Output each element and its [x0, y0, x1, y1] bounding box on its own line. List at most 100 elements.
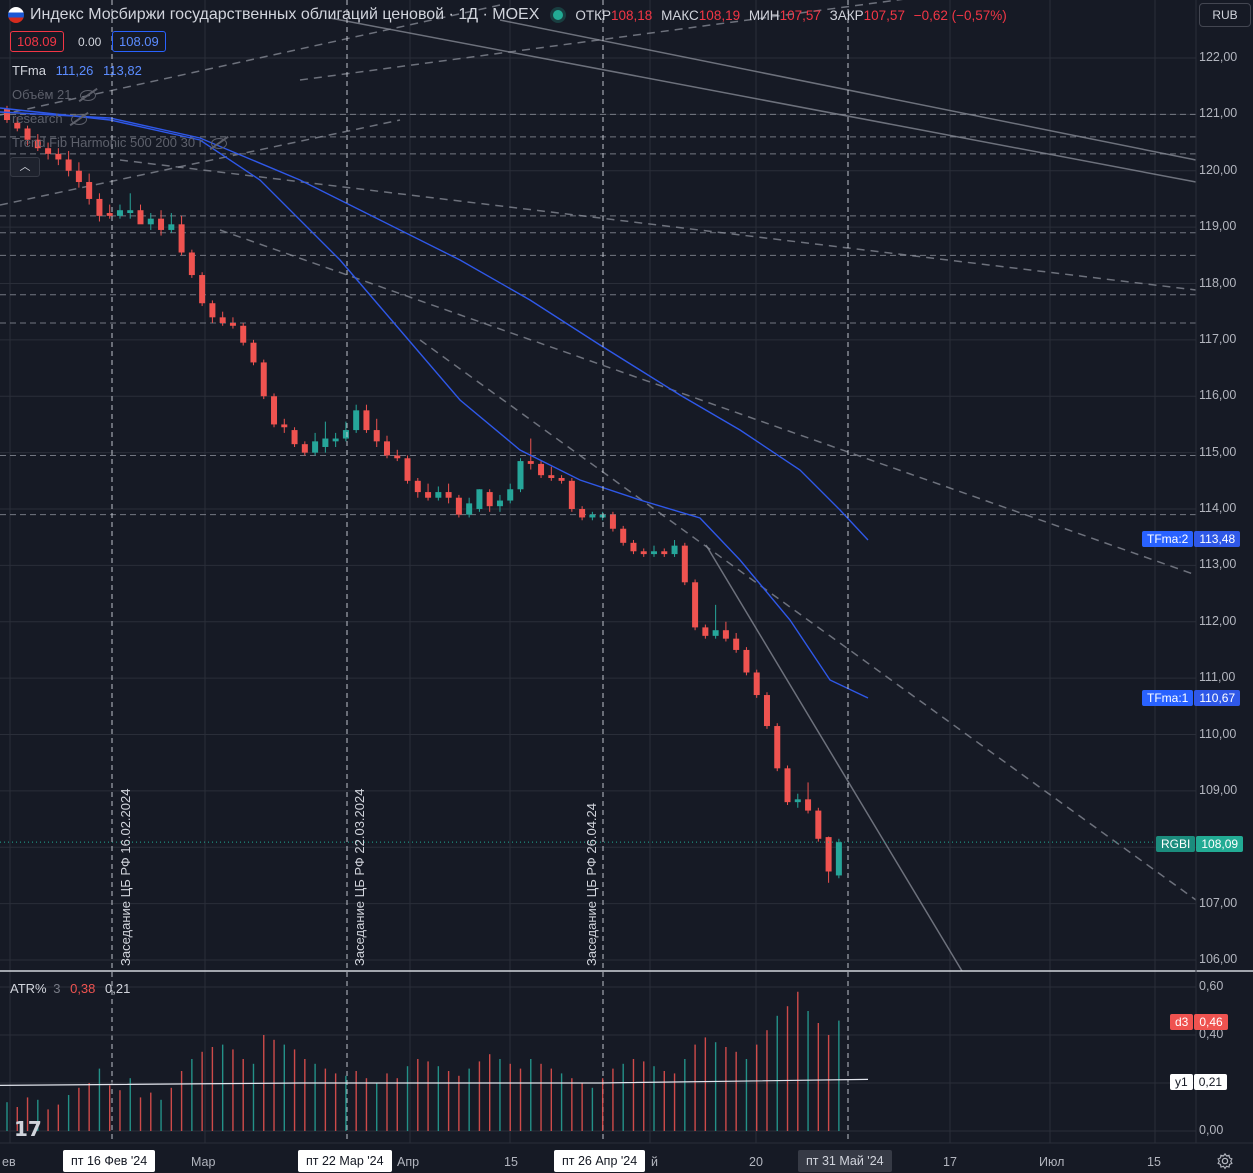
candle-body [609, 514, 616, 529]
candle-body [158, 218, 165, 230]
candle-body [589, 514, 596, 518]
candle-body [96, 198, 103, 216]
candle-body [342, 430, 349, 439]
price-tick-label: 116,00 [1199, 388, 1237, 403]
candle-body [250, 342, 257, 363]
buy-button[interactable]: 108.09 [112, 31, 166, 52]
candle-body [784, 768, 791, 803]
candle-body [353, 410, 360, 431]
hidden-eye-icon[interactable] [211, 138, 228, 150]
candle-body [681, 545, 688, 583]
candle-body [86, 182, 93, 199]
price-tick-label: 119,00 [1199, 219, 1237, 234]
candle-body [835, 842, 842, 876]
candle-body [620, 528, 627, 543]
price-tick-label: 113,00 [1199, 557, 1237, 572]
annotation-cbr-3[interactable]: Заседание ЦБ РФ 26.04.24 [584, 803, 599, 966]
candle-body [199, 275, 206, 304]
x-label: ев [2, 1155, 16, 1169]
candle-body [414, 480, 421, 493]
tfma2-price-tag: TFma:2 113,48 [1142, 531, 1241, 547]
settings-gear-icon[interactable] [1216, 1152, 1234, 1170]
candle-body [805, 799, 812, 811]
sell-button[interactable]: 108.09 [10, 31, 64, 52]
candle-body [373, 430, 380, 442]
x-date-box: пт 22 Мар '24 [298, 1150, 392, 1172]
hidden-eye-icon[interactable] [79, 90, 96, 102]
currency-button[interactable]: RUB [1199, 3, 1251, 27]
trend-line [329, 17, 1197, 183]
chevron-up-icon: ︿ [19, 161, 31, 173]
candle-body [312, 441, 319, 453]
russia-flag-icon [8, 7, 24, 23]
candle-body [435, 492, 442, 498]
candle-body [445, 492, 452, 498]
candle-body [229, 322, 236, 326]
x-label: 20 [749, 1155, 763, 1169]
atr-tick-label: 0,00 [1199, 1123, 1224, 1137]
candle-body [240, 325, 247, 343]
candle-body [75, 170, 82, 183]
candle-body [579, 509, 586, 518]
candle-body [147, 218, 154, 225]
candle-body [630, 542, 637, 552]
trend-line [705, 544, 963, 972]
candle-body [486, 492, 493, 507]
legend-research[interactable]: research [12, 111, 87, 126]
symbol-price-tag: RGBI 108,09 [1156, 836, 1244, 852]
candle-body [4, 108, 10, 121]
candle-body [774, 726, 781, 769]
candle-body [219, 317, 226, 323]
candle-body [271, 396, 278, 425]
atr-y1-tag: y1 0,21 [1170, 1074, 1228, 1090]
x-label: й [651, 1155, 658, 1169]
candle-body [794, 799, 801, 803]
candle-body [209, 303, 216, 318]
candle-body [322, 438, 329, 447]
candle-body [394, 455, 401, 459]
trend-line [419, 339, 1197, 901]
candle-body [496, 500, 503, 507]
legend-trend-fib[interactable]: Trend Fib Harmonic 500 200 30 r [12, 135, 228, 150]
annotation-cbr-2[interactable]: Заседание ЦБ РФ 22.03.2024 [352, 789, 367, 966]
ohlc-values: ОТКР108,18 МАКС108,19 МИН107,57 ЗАКР107,… [575, 7, 1007, 23]
chart-header: Индекс Мосбиржи государственных облигаци… [8, 4, 1012, 26]
hidden-eye-icon[interactable] [70, 114, 87, 126]
candle-body [815, 810, 822, 839]
candle-body [733, 638, 740, 650]
annotation-cbr-1[interactable]: Заседание ЦБ РФ 16.02.2024 [118, 789, 133, 966]
candle-body [116, 210, 123, 216]
candle-body [168, 224, 175, 230]
price-tick-label: 118,00 [1199, 275, 1237, 290]
candle-body [753, 672, 760, 696]
price-tick-label: 107,00 [1199, 895, 1238, 910]
candle-body [743, 649, 750, 673]
x-label: 17 [943, 1155, 957, 1169]
candle-body [425, 492, 432, 498]
candle-body [558, 477, 565, 481]
candle-body [291, 430, 298, 445]
candle-body [106, 213, 113, 216]
symbol-title[interactable]: Индекс Мосбиржи государственных облигаци… [30, 6, 539, 24]
candle-body [178, 224, 185, 253]
candle-body [671, 545, 678, 555]
candle-body [476, 489, 483, 509]
tradingview-logo[interactable]: 𝟭𝟳 [14, 1117, 42, 1142]
tfma-line-2 [0, 111, 869, 541]
change-value: −0,62 (−0,57%) [913, 7, 1007, 23]
x-date-box: пт 16 Фев '24 [63, 1150, 156, 1172]
candle-body [332, 438, 339, 442]
price-chart[interactable] [0, 0, 1253, 1173]
candle-body [507, 489, 514, 501]
collapse-legend-button[interactable]: ︿ [10, 157, 40, 177]
legend-atr[interactable]: ATR% 3 0,38 0,21 [10, 981, 130, 996]
candle-body [661, 551, 668, 555]
atr-d3-tag: d3 0,46 [1170, 1014, 1228, 1030]
candle-body [137, 210, 144, 225]
candle-body [55, 153, 62, 160]
candle-body [383, 441, 390, 456]
legend-tfma[interactable]: TFma 111,26 113,82 [12, 63, 142, 78]
candle-body [712, 630, 719, 636]
legend-volume[interactable]: Объём 21 [12, 87, 96, 102]
candle-body [651, 551, 658, 555]
